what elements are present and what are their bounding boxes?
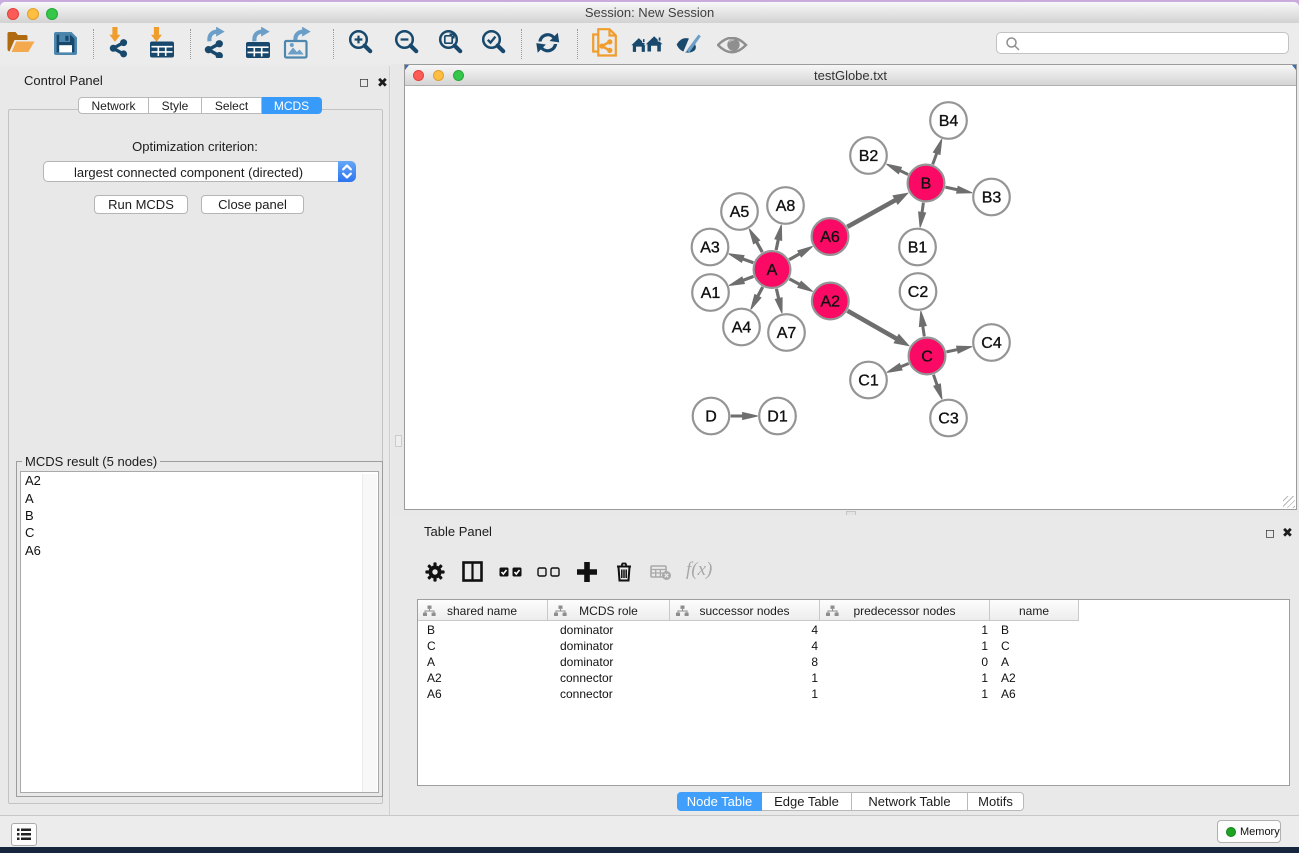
- svg-text:A7: A7: [777, 325, 797, 342]
- svg-text:A: A: [767, 262, 778, 279]
- svg-text:A5: A5: [730, 204, 750, 221]
- svg-text:A4: A4: [732, 320, 752, 337]
- svg-text:B: B: [921, 176, 932, 193]
- svg-text:B3: B3: [982, 190, 1002, 207]
- svg-text:C3: C3: [938, 411, 959, 428]
- svg-text:D1: D1: [767, 409, 788, 426]
- svg-text:C1: C1: [858, 373, 879, 390]
- svg-text:B2: B2: [859, 148, 879, 165]
- svg-text:A1: A1: [701, 285, 721, 302]
- svg-text:C2: C2: [908, 284, 929, 301]
- svg-text:B1: B1: [908, 240, 928, 257]
- svg-text:B4: B4: [939, 113, 959, 130]
- svg-text:A8: A8: [776, 198, 796, 215]
- svg-text:C: C: [921, 349, 933, 366]
- svg-text:A6: A6: [820, 229, 840, 246]
- svg-text:A2: A2: [821, 294, 841, 311]
- svg-text:D: D: [705, 409, 717, 426]
- svg-text:A3: A3: [700, 240, 720, 257]
- svg-text:C4: C4: [981, 335, 1002, 352]
